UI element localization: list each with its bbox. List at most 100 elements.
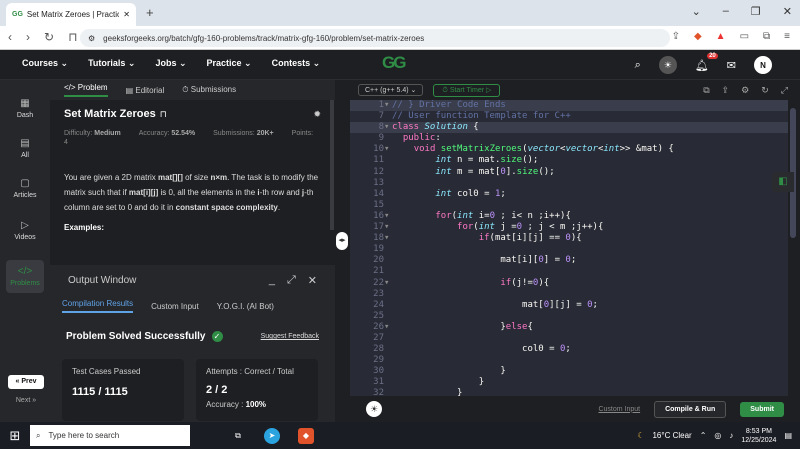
code-line[interactable]: 7// User function Template for C++ — [350, 111, 788, 122]
tab-editorial[interactable]: ▤ Editorial — [126, 86, 165, 95]
rail-item-videos[interactable]: ▷ Videos — [6, 220, 44, 241]
rail-item-all[interactable]: ▤ All — [6, 138, 44, 159]
minimize-output-icon[interactable]: _ — [269, 274, 275, 287]
nav-tutorials[interactable]: Tutorials ⌄ — [88, 58, 135, 69]
gfg-logo[interactable]: GG — [382, 53, 406, 73]
fullscreen-icon[interactable]: ⤢ — [781, 85, 788, 96]
settings-icon[interactable]: ⚙ — [741, 85, 749, 96]
restore-icon[interactable]: ❐ — [751, 5, 761, 18]
tab-yogi-bot[interactable]: Y.O.G.I. (AI Bot) — [217, 302, 274, 311]
avatar[interactable]: N — [754, 56, 772, 74]
clock[interactable]: 8:53 PM 12/25/2024 — [741, 427, 776, 445]
code-line[interactable]: 28 col0 = 0; — [350, 344, 788, 355]
tab-list-chevron-icon[interactable]: ⌄ — [692, 5, 701, 18]
start-timer-button[interactable]: ⏱ Start Timer ▷ — [433, 83, 501, 97]
reload-icon[interactable]: ↻ — [44, 30, 54, 44]
fold-icon[interactable]: ▾ — [384, 222, 392, 233]
fold-icon[interactable]: ▾ — [384, 100, 392, 111]
telegram-icon[interactable]: ➤ — [264, 427, 280, 444]
code-line[interactable]: 8 ▾ class Solution { — [350, 122, 788, 134]
code-line[interactable]: 21 — [350, 266, 788, 277]
code-line[interactable]: 22 ▾ if(j!=0){ — [350, 278, 788, 289]
share-icon[interactable]: ⇪ — [672, 31, 680, 42]
url-field[interactable]: ⚙ geeksforgeeks.org/batch/gfg-160-proble… — [80, 29, 670, 47]
code-line[interactable]: 12 int m = mat[0].size(); — [350, 167, 788, 178]
nav-practice[interactable]: Practice ⌄ — [207, 58, 252, 69]
code-line[interactable]: 29 — [350, 355, 788, 366]
editor-scrollbar[interactable] — [788, 100, 798, 396]
tab-custom-input[interactable]: Custom Input — [151, 302, 199, 311]
rail-item-dash[interactable]: ▦ Dash — [6, 98, 44, 119]
back-icon[interactable]: ‹ — [8, 30, 12, 44]
nav-contests[interactable]: Contests ⌄ — [272, 58, 321, 69]
code-line[interactable]: 31 } — [350, 377, 788, 388]
code-line[interactable]: 30 } — [350, 366, 788, 377]
code-line[interactable]: 20 mat[i][0] = 0; — [350, 255, 788, 266]
tab-compilation-results[interactable]: Compilation Results — [62, 299, 134, 313]
fold-icon[interactable]: ▾ — [384, 211, 392, 222]
code-line[interactable]: 18 ▾ if(mat[i][j] == 0){ — [350, 233, 788, 244]
rail-item-articles[interactable]: ▢ Articles — [6, 178, 44, 199]
fold-icon[interactable]: ▾ — [384, 144, 392, 155]
brave-icon[interactable]: ◆ — [298, 427, 314, 444]
windows-start-icon[interactable]: ⊞ — [0, 428, 30, 444]
notification-bell-icon[interactable]: 🔔︎ 20 — [695, 52, 718, 72]
bookmark-icon[interactable]: ⊓ — [68, 30, 77, 44]
site-info-icon[interactable]: ⚙ — [88, 34, 95, 43]
nav-courses[interactable]: Courses ⌄ — [22, 58, 68, 69]
close-output-icon[interactable]: ✕ — [308, 274, 317, 287]
weather-text[interactable]: 16°C Clear — [652, 431, 691, 440]
code-line[interactable]: 19 — [350, 244, 788, 255]
menu-icon[interactable]: ≡ — [784, 31, 790, 42]
compile-run-button[interactable]: Compile & Run — [654, 400, 727, 418]
network-icon[interactable]: ◎ — [714, 431, 721, 440]
fold-icon[interactable]: ▾ — [384, 233, 392, 244]
notifications-icon[interactable]: ▤ — [784, 431, 792, 440]
code-line[interactable]: 11 int n = mat.size(); — [350, 155, 788, 166]
report-bug-icon[interactable]: ✹ — [313, 109, 321, 120]
code-line[interactable]: 14 int col0 = 1; — [350, 189, 788, 200]
panel-splitter-handle[interactable]: ◂▸ — [336, 232, 348, 250]
submit-button[interactable]: Submit — [740, 401, 784, 417]
code-line[interactable]: 25 — [350, 311, 788, 322]
bookmark-problem-icon[interactable]: ⊓ — [160, 109, 167, 120]
code-line[interactable]: 9 public: — [350, 133, 788, 144]
sidebar-icon[interactable]: ▭ — [740, 31, 749, 42]
messages-icon[interactable]: ✉ — [727, 59, 736, 72]
new-tab-button[interactable]: + — [146, 5, 154, 20]
chat-float-icon[interactable]: ◧ — [772, 172, 794, 192]
rail-item-problems[interactable]: </> Problems — [6, 260, 44, 293]
brave-shield-icon[interactable]: ◆ — [694, 31, 702, 42]
theme-toggle-icon[interactable]: ☀ — [658, 56, 677, 74]
copy-icon[interactable]: ⧉ — [703, 85, 709, 96]
code-line[interactable]: 10 ▾ void setMatrixZeroes(vector<vector<i… — [350, 144, 788, 155]
custom-input-link[interactable]: Custom Input — [598, 406, 640, 413]
language-select[interactable]: C++ (g++ 5.4) ⌄ — [358, 84, 424, 96]
code-line[interactable]: 32 } — [350, 388, 788, 396]
minimize-icon[interactable]: – — [723, 5, 729, 18]
upload-icon[interactable]: ⇪ — [722, 85, 730, 96]
tray-chevron-icon[interactable]: ⌃ — [700, 431, 707, 440]
problem-scrollbar[interactable] — [330, 100, 334, 230]
volume-icon[interactable]: ♪ — [729, 431, 733, 440]
tab-problem[interactable]: </> Problem — [64, 83, 108, 97]
editor-theme-icon[interactable]: ☀ — [366, 401, 382, 417]
browser-tab[interactable]: GG Set Matrix Zeroes | Practice | G ✕ — [6, 3, 136, 26]
reset-icon[interactable]: ↻ — [761, 85, 769, 96]
prev-button[interactable]: « Prev — [8, 375, 44, 389]
fold-icon[interactable]: ▾ — [384, 122, 392, 133]
taskbar-search[interactable]: ⌕ Type here to search — [30, 425, 190, 446]
expand-output-icon[interactable]: ⤢ — [287, 274, 296, 287]
code-line[interactable]: 26 ▾ }else{ — [350, 322, 788, 333]
nav-jobs[interactable]: Jobs ⌄ — [155, 58, 186, 69]
task-view-icon[interactable]: ⧉ — [230, 428, 246, 444]
code-line[interactable]: 17 ▾ for(int j =0 ; j < m ;j++){ — [350, 222, 788, 233]
tab-submissions[interactable]: ⏱ Submissions — [182, 85, 236, 95]
rewards-icon[interactable]: ▲ — [716, 31, 726, 42]
close-tab-icon[interactable]: ✕ — [123, 10, 130, 19]
fold-icon[interactable]: ▾ — [384, 278, 392, 289]
code-editor[interactable]: 1 ▾// } Driver Code Ends 7// User function… — [350, 100, 788, 396]
extensions-icon[interactable]: ⧉ — [763, 31, 770, 42]
code-line[interactable]: 16 ▾ for(int i=0 ; i< n ;i++){ — [350, 211, 788, 222]
forward-icon[interactable]: › — [26, 30, 30, 44]
